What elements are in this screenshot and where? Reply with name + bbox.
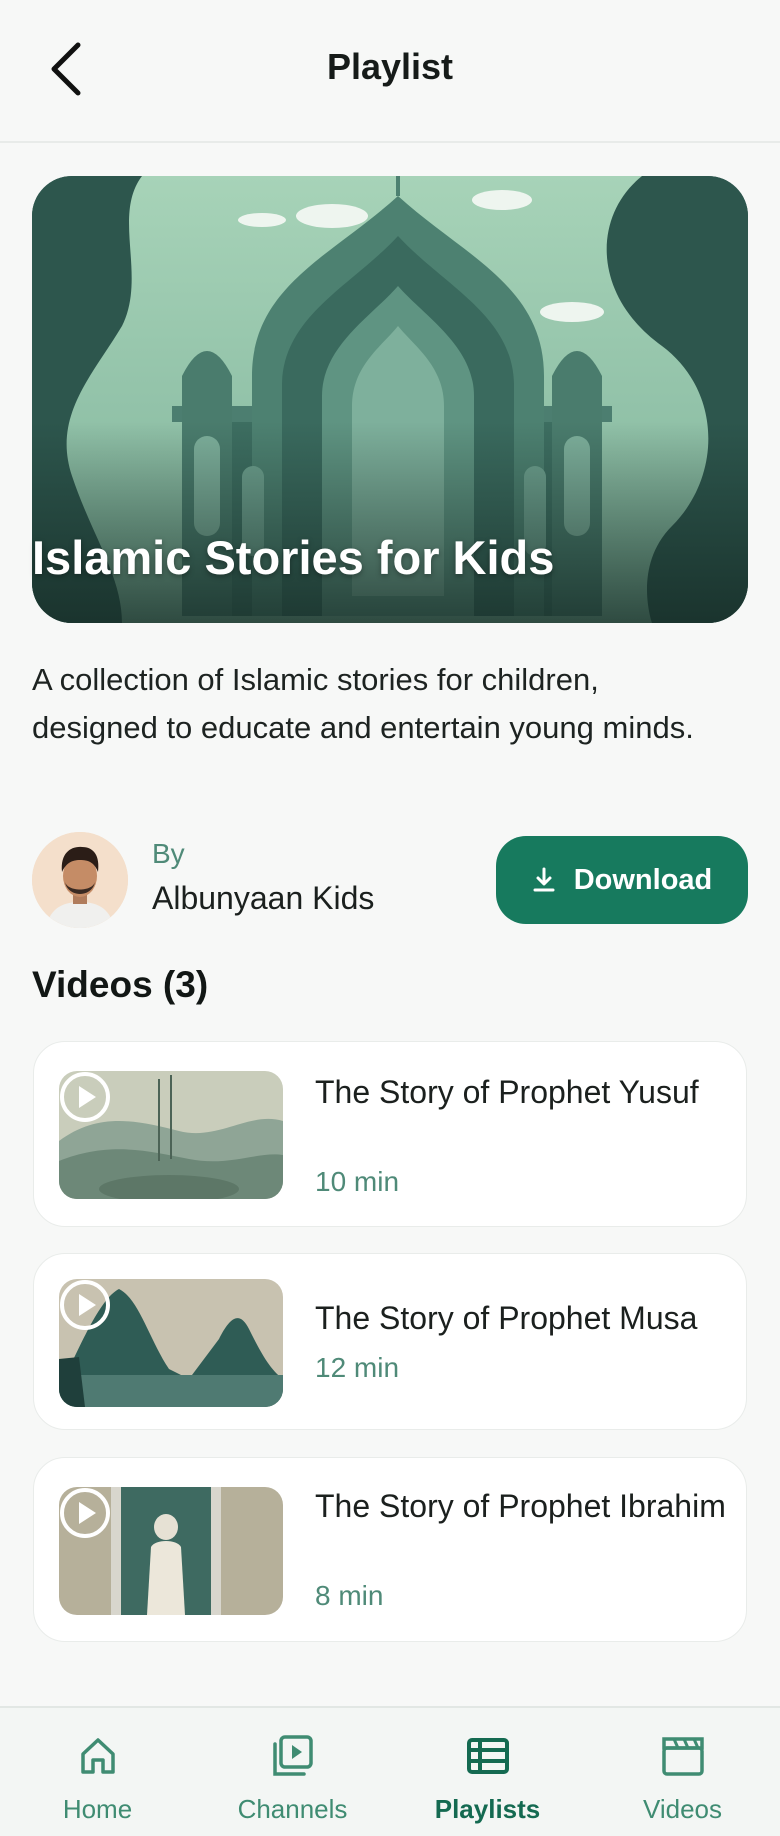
nav-item-home[interactable]: Home	[0, 1708, 195, 1836]
playlist-description: A collection of Islamic stories for chil…	[32, 662, 694, 745]
playlist-title: Islamic Stories for Kids	[32, 531, 555, 584]
download-label: Download	[573, 863, 713, 896]
video-card[interactable]: The Story of Prophet Ibrahim 8 min	[33, 1457, 747, 1642]
download-icon	[533, 867, 555, 892]
author-avatar[interactable]	[32, 832, 128, 928]
play-icon	[60, 1280, 110, 1330]
play-icon	[60, 1488, 110, 1538]
top-bar: Playlist	[0, 0, 780, 143]
nav-label: Playlists	[434, 1794, 541, 1824]
page-title: Playlist	[326, 46, 454, 87]
videos-heading: Videos (3)	[32, 964, 209, 1005]
bottom-navigation: Home Channels Playlists Videos	[0, 1706, 780, 1836]
video-card[interactable]: The Story of Prophet Yusuf 10 min	[33, 1041, 747, 1227]
nav-label: Videos	[642, 1794, 723, 1824]
nav-item-videos[interactable]: Videos	[585, 1708, 780, 1836]
video-title: The Story of Prophet Yusuf	[315, 1074, 699, 1110]
author-name[interactable]: Albunyaan Kids	[152, 880, 374, 917]
video-thumbnail	[59, 1279, 283, 1407]
video-thumbnail	[59, 1487, 283, 1615]
download-button[interactable]: Download	[496, 836, 748, 924]
channels-icon	[272, 1735, 313, 1776]
playlists-icon	[466, 1738, 509, 1774]
home-icon	[80, 1738, 115, 1774]
video-title: The Story of Prophet Ibrahim	[315, 1488, 726, 1524]
play-icon	[60, 1072, 110, 1122]
video-thumbnail	[59, 1071, 283, 1199]
nav-item-channels[interactable]: Channels	[195, 1708, 390, 1836]
video-duration: 8 min	[315, 1580, 384, 1611]
videos-icon	[661, 1737, 704, 1776]
video-duration: 12 min	[315, 1352, 400, 1383]
author-prefix: By	[152, 838, 185, 869]
video-duration: 10 min	[315, 1166, 400, 1197]
video-title: The Story of Prophet Musa	[315, 1300, 698, 1336]
nav-label: Channels	[237, 1794, 348, 1824]
nav-item-playlists[interactable]: Playlists	[390, 1708, 585, 1836]
video-card[interactable]: The Story of Prophet Musa 12 min	[33, 1253, 747, 1430]
nav-label: Home	[62, 1794, 133, 1824]
